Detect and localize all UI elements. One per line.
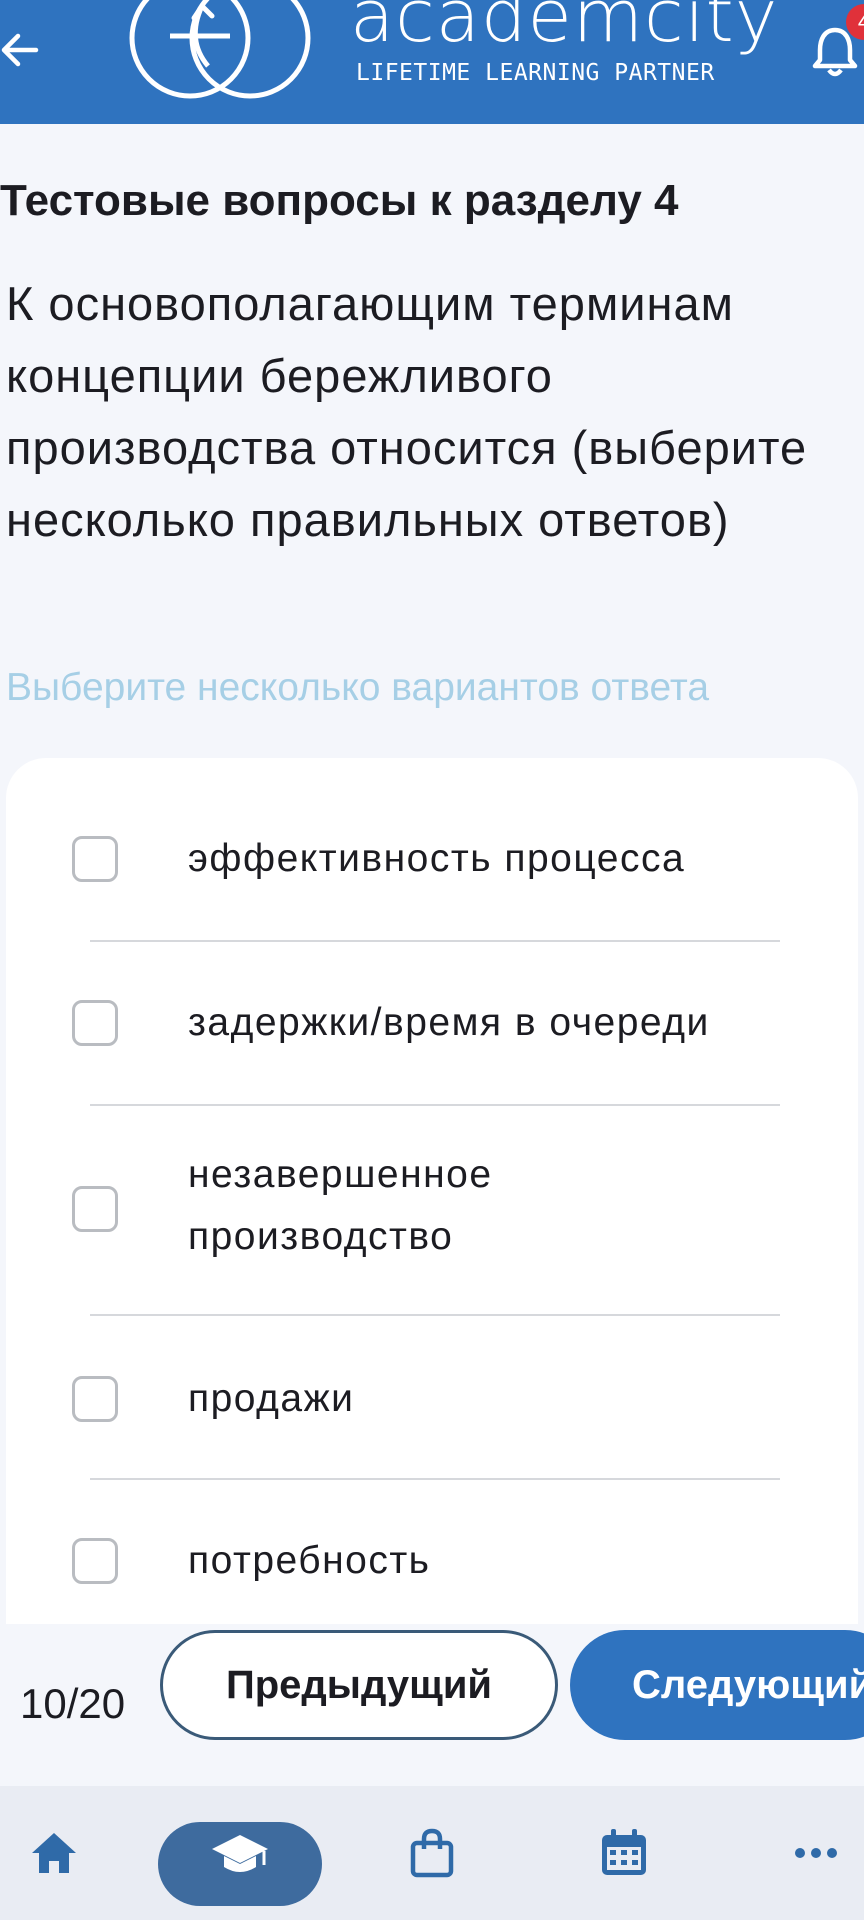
question-navigation: 10/20 Предыдущий Следующий (0, 1624, 864, 1786)
question-text: К основополагающим терминам концепции бе… (6, 277, 808, 546)
checkbox[interactable] (72, 1538, 118, 1584)
option-divider (90, 940, 780, 942)
app-header: academcity LIFETIME LEARNING PARTNER 4 (0, 0, 864, 124)
back-arrow-icon[interactable] (0, 22, 44, 78)
more-icon (795, 1848, 837, 1858)
calendar-icon (602, 1829, 646, 1875)
option-divider (90, 1314, 780, 1316)
bottom-navigation (0, 1786, 864, 1920)
answer-options-card: эффективность процесса задержки/время в … (6, 758, 858, 1758)
nav-calendar[interactable] (584, 1786, 664, 1920)
checkbox[interactable] (72, 1376, 118, 1422)
option-label: эффективность процесса (188, 837, 686, 880)
nav-courses[interactable] (158, 1786, 322, 1920)
nav-home[interactable] (14, 1786, 94, 1920)
option-label: незавершенное производство (188, 1153, 493, 1258)
checkbox[interactable] (72, 1186, 118, 1232)
answer-option[interactable]: незавершенное производство (6, 1144, 858, 1304)
checkbox[interactable] (72, 836, 118, 882)
option-label: потребность (188, 1539, 431, 1582)
answer-option[interactable]: продажи (6, 1352, 858, 1472)
home-icon (32, 1833, 76, 1873)
option-label: задержки/время в очереди (188, 1001, 710, 1044)
answer-option[interactable]: задержки/время в очереди (6, 980, 858, 1100)
next-button[interactable]: Следующий (570, 1630, 864, 1740)
option-divider (90, 1104, 780, 1106)
checkbox[interactable] (72, 1000, 118, 1046)
option-divider (90, 1478, 780, 1480)
answer-hint: Выберите несколько вариантов ответа (6, 666, 710, 709)
section-title: Тестовые вопросы к разделу 4 (0, 176, 679, 225)
option-label: продажи (188, 1377, 355, 1420)
nav-more[interactable] (776, 1786, 856, 1920)
answer-option[interactable]: эффективность процесса (6, 818, 858, 938)
answer-option[interactable]: потребность (6, 1516, 858, 1636)
nav-shop[interactable] (392, 1786, 472, 1920)
brand-name: academcity (350, 0, 779, 58)
shopping-bag-icon (410, 1828, 454, 1878)
brand-tagline: LIFETIME LEARNING PARTNER (356, 60, 715, 86)
academcity-logo-icon (129, 0, 311, 99)
graduation-cap-icon (212, 1835, 268, 1872)
